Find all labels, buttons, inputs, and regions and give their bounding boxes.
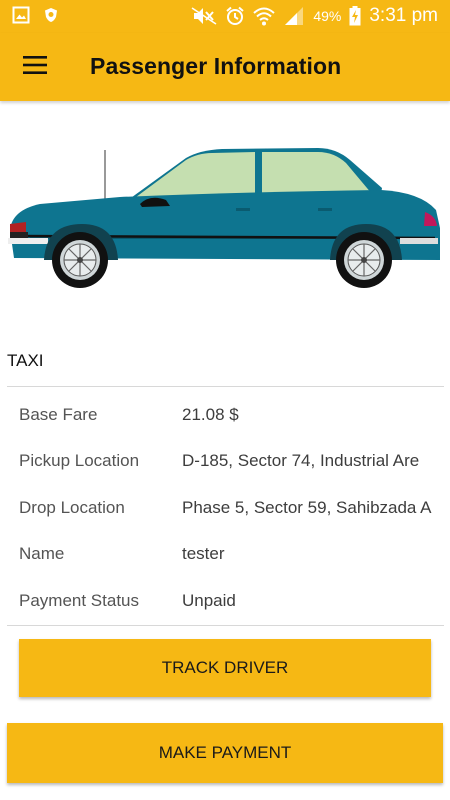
detail-label: Drop Location xyxy=(19,497,125,517)
track-driver-button[interactable]: TRACK DRIVER xyxy=(19,639,431,697)
detail-value: D-185, Sector 74, Industrial Are xyxy=(182,451,420,471)
detail-row-base-fare: Base Fare 21.08 $ xyxy=(0,393,450,439)
battery-percent: 49% xyxy=(313,8,342,24)
detail-label: Base Fare xyxy=(19,405,98,424)
hamburger-menu-icon xyxy=(23,55,47,79)
status-bar: 49% 3:31 pm xyxy=(0,0,450,33)
menu-button[interactable] xyxy=(14,47,56,87)
app-bar: Passenger Information xyxy=(0,33,450,101)
car-image xyxy=(0,120,450,305)
vehicle-type: TAXI xyxy=(7,351,44,370)
battery-charging-icon xyxy=(349,6,361,26)
alarm-icon xyxy=(225,6,245,26)
passenger-details-list: Base Fare 21.08 $ Pickup Location D-185,… xyxy=(0,393,450,625)
mute-icon xyxy=(191,6,217,26)
detail-row-drop-location: Drop Location Phase 5, Sector 59, Sahibz… xyxy=(0,486,450,532)
detail-value: Phase 5, Sector 59, Sahibzada A xyxy=(182,497,432,517)
detail-label: Name xyxy=(19,544,65,564)
detail-value: 21.08 $ xyxy=(182,405,239,424)
detail-label: Pickup Location xyxy=(19,451,140,471)
make-payment-button[interactable]: MAKE PAYMENT xyxy=(7,723,443,783)
clock: 3:31 pm xyxy=(369,5,438,26)
divider xyxy=(7,625,444,626)
detail-row-payment-status: Payment Status Unpaid xyxy=(0,579,450,625)
gallery-icon xyxy=(12,6,30,29)
detail-row-name: Name tester xyxy=(0,532,450,578)
divider xyxy=(7,386,444,387)
detail-value: tester xyxy=(182,544,225,564)
page-title: Passenger Information xyxy=(90,53,342,79)
signal-icon xyxy=(283,6,305,26)
shield-icon xyxy=(44,7,58,28)
detail-label: Payment Status xyxy=(19,590,140,610)
wifi-icon xyxy=(253,6,275,26)
detail-value: Unpaid xyxy=(182,590,236,610)
detail-row-pickup-location: Pickup Location D-185, Sector 74, Indust… xyxy=(0,439,450,485)
